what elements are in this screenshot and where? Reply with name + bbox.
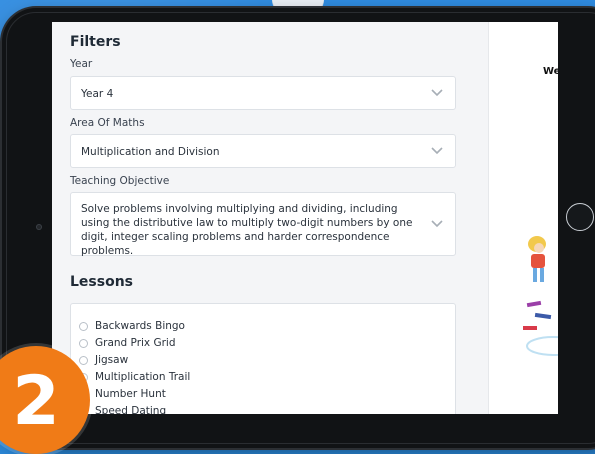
year-select[interactable]: Year 4 <box>70 76 456 110</box>
lesson-item-grand-prix-grid[interactable]: Grand Prix Grid <box>79 335 176 351</box>
home-button[interactable] <box>566 203 594 231</box>
radio-icon[interactable] <box>79 355 88 365</box>
child-illustration-icon <box>523 236 558 356</box>
area-value: Multiplication and Division <box>81 146 220 158</box>
lessons-title: Lessons <box>70 274 133 290</box>
lesson-label: Number Hunt <box>95 388 166 400</box>
area-label: Area Of Maths <box>70 117 145 129</box>
lesson-item-number-hunt[interactable]: Number Hunt <box>79 386 166 402</box>
radio-icon[interactable] <box>79 338 88 348</box>
lesson-label: Multiplication Trail <box>95 371 191 383</box>
lesson-item-jigsaw[interactable]: Jigsaw <box>79 352 128 368</box>
lessons-list: Backwards Bingo Grand Prix Grid Jigsaw M… <box>70 303 456 414</box>
objective-label: Teaching Objective <box>70 175 170 187</box>
tablet-screen: Filters Year Year 4 Area Of Maths Multip… <box>52 22 558 414</box>
area-select[interactable]: Multiplication and Division <box>70 134 456 168</box>
preview-panel: We <box>488 22 558 414</box>
filters-panel: Filters Year Year 4 Area Of Maths Multip… <box>52 22 476 414</box>
filters-title: Filters <box>70 34 121 50</box>
objective-value: Solve problems involving multiplying and… <box>81 203 413 257</box>
lesson-item-backwards-bingo[interactable]: Backwards Bingo <box>79 318 185 334</box>
chevron-down-icon <box>431 89 443 97</box>
chevron-down-icon <box>431 220 443 228</box>
lesson-item-speed-dating[interactable]: Speed Dating <box>79 403 166 414</box>
radio-icon[interactable] <box>79 321 88 331</box>
lesson-label: Grand Prix Grid <box>95 337 176 349</box>
chevron-down-icon <box>431 147 443 155</box>
lesson-label: Speed Dating <box>95 405 167 414</box>
year-label: Year <box>70 58 93 70</box>
preview-heading: We <box>543 66 558 77</box>
lesson-label: Jigsaw <box>95 354 129 366</box>
year-value: Year 4 <box>81 88 114 100</box>
lesson-label: Backwards Bingo <box>95 320 185 332</box>
lesson-item-multiplication-trail[interactable]: Multiplication Trail <box>79 369 190 385</box>
camera-icon <box>36 224 42 230</box>
objective-select[interactable]: Solve problems involving multiplying and… <box>70 192 456 257</box>
step-number: 2 <box>12 362 60 441</box>
